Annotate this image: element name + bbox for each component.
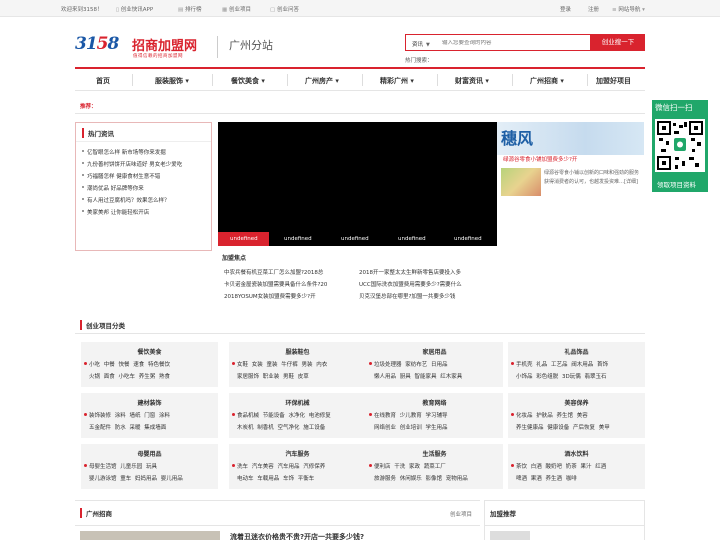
ad-thumbnail[interactable]	[501, 168, 541, 196]
main-nav: 首页 服装服饰 ▾ 餐饮美食 ▾ 广州房产 ▾ 精彩广州 ▾ 财富资讯 ▾ 广州…	[75, 67, 645, 91]
list-item[interactable]: 美家美邦 让你能轻松开店	[81, 208, 149, 216]
ad-banner-text: 穗风	[501, 129, 534, 148]
question-icon: ▢	[270, 7, 277, 13]
top-bar: 欢迎来到3158！ ▯ 创业快讯APP ▤ 排行榜 ▦ 创业项目 ▢ 创业问答 …	[0, 0, 720, 17]
category-icon	[369, 413, 372, 416]
category-card: 生活服务 便利店 干洗 家政 蔬菜工厂 旅游服务 休闲娱乐 影像馆 宠物用品	[366, 444, 503, 489]
list-item[interactable]: 贝克汉堡总部在哪里?加盟一共要多少钱	[359, 292, 455, 300]
list-item[interactable]: 2018开一家整太太生鲜新零售店要投入多	[359, 268, 461, 276]
category-icon	[84, 413, 87, 416]
categories-header: 创业项目分类	[75, 318, 645, 334]
category-icon	[232, 362, 235, 365]
logo-number: 3158	[75, 34, 119, 54]
login-link[interactable]: 登录	[560, 5, 571, 13]
category-icon	[232, 464, 235, 467]
category-card: 酒水饮料 茶饮 白酒 酸奶吧 奶茶 果汁 红酒 啤酒 果酒 养生酒 咖啡	[508, 444, 645, 489]
search-button[interactable]: 创业搜一下	[591, 34, 645, 51]
category-icon	[232, 413, 235, 416]
logo-title: 招商加盟网	[132, 39, 198, 54]
ad-title[interactable]: 绿源谷零食小铺加盟费多少?开	[503, 155, 577, 163]
category-card: 建材装饰 装饰装修 涂料 墙纸 门窗 涂料 五金配件 防水 采暖 集成墙面	[81, 393, 218, 438]
list-item[interactable]: 潮尚优品 好品牌等你来	[82, 184, 144, 192]
nav-guangzhou[interactable]: 精彩广州 ▾	[380, 76, 414, 86]
category-card: 美容保养 化妆品 护肤品 养生馆 美容 养生健康品 健康设备 产后恢复 美甲	[508, 393, 645, 438]
search-type-select[interactable]: 资讯 ▼	[412, 40, 430, 48]
qr-code-icon	[655, 119, 705, 172]
chart-icon: ▤	[178, 7, 185, 13]
slider-caption[interactable]: undefined	[341, 236, 369, 242]
list-item[interactable]: 有人用过豆腐机吗？效果怎么样？	[82, 196, 170, 204]
section-title: 广州招商	[80, 508, 112, 518]
ad-description: 绿源谷零食小铺以创新的口味和强劲的服务获得消费者的认可，也越发投资难…[详细]	[544, 170, 640, 185]
recommend-thumbnail[interactable]	[490, 531, 530, 540]
list-item[interactable]: 亿智眼怎么样 新市场等你来发掘	[82, 148, 166, 156]
qa-link[interactable]: ▢ 创业问答	[270, 5, 299, 13]
category-card: 餐饮美食 小吃 中餐 快餐 速食 特色餐饮 火锅 面食 小吃车 养生粥 熟食	[81, 342, 218, 387]
slider-caption[interactable]: undefined	[398, 236, 426, 242]
category-icon	[511, 362, 514, 365]
category-card: 教育网络 在线教育 少儿教育 学习辅导 网络创业 创业培训 学生用品	[366, 393, 503, 438]
guangzhou-invest-section: 广州招商 创业项目 流着丑迷衣价格贵不贵?开店一共要多少钱?	[75, 500, 480, 540]
nav-realestate[interactable]: 广州房产 ▾	[305, 76, 339, 86]
site-logo[interactable]: 3158 招商加盟网 值得信赖的招商加盟网	[75, 34, 215, 64]
slider-caption[interactable]: undefined	[284, 236, 312, 242]
logo-slogan: 值得信赖的招商加盟网	[133, 54, 183, 59]
nav-food[interactable]: 餐饮美食 ▾	[231, 76, 265, 86]
category-icon	[511, 413, 514, 416]
recommend-label: 推荐：	[80, 104, 97, 110]
projects-link[interactable]: ▦ 创业项目	[222, 5, 251, 13]
list-item[interactable]: 中农兵餐有机豆菜工厂怎么加盟?2018总	[224, 268, 323, 276]
welcome-text: 欢迎来到3158！	[61, 7, 103, 13]
nav-clothing[interactable]: 服装服饰 ▾	[155, 76, 189, 86]
headline-link[interactable]: 流着丑迷衣价格贵不贵?开店一共要多少钱?	[230, 532, 364, 540]
news-thumbnail[interactable]	[80, 531, 220, 540]
list-item[interactable]: 卡贝诺金屋瓷装加盟需要具备什么条件?20	[224, 280, 327, 288]
grid-icon: ▦	[222, 7, 229, 13]
slider-caption[interactable]: undefined	[230, 236, 258, 242]
branch-name: 广州分站	[229, 39, 273, 52]
category-card: 礼品饰品 手机壳 礼品 工艺品 阀木用品 首饰 小饰品 彩色组脱 3D玩偶 翡翠玉石	[508, 342, 645, 387]
slider-caption[interactable]: undefined	[454, 236, 482, 242]
nav-invest[interactable]: 广州招商 ▾	[530, 76, 564, 86]
site-nav-menu[interactable]: ≡ 网站导航 ▾	[612, 5, 645, 13]
category-icon	[369, 362, 372, 365]
wechat-panel[interactable]: 微信扫一扫 领取项目资料	[652, 100, 708, 192]
app-link[interactable]: ▯ 创业快讯APP	[116, 5, 153, 13]
hot-news-title: 热门资讯	[82, 128, 114, 138]
nav-home[interactable]: 首页	[96, 76, 110, 86]
list-item[interactable]: UCC国际洗衣加盟费用需要多少?需要什么	[359, 280, 462, 288]
category-card: 母婴用品 母婴生活馆 儿童乐园 玩具 婴儿游泳馆 童车 妈妈用品 婴儿用品	[81, 444, 218, 489]
category-card: 家居用品 垃圾处理器 家纺布艺 日用品 懒人用品 厨具 智能家具 红木家具	[366, 342, 503, 387]
category-icon	[511, 464, 514, 467]
section-title: 加盟推荐	[490, 510, 516, 518]
nav-wealth[interactable]: 财富资讯 ▾	[455, 76, 489, 86]
wechat-get-text: 领取项目资料	[657, 181, 696, 189]
categories-title: 创业项目分类	[80, 320, 125, 330]
category-card: 汽车服务 洗车 汽车美容 汽车用品 汽修保养 电动车 车载用品 车饰 平衡车	[229, 444, 366, 489]
more-link[interactable]: 创业项目	[450, 510, 472, 518]
category-card: 服装鞋包 女鞋 女装 童装 牛仔裤 男装 内衣 家居服饰 职业装 男鞋 皮草	[229, 342, 366, 387]
hot-search-label: 热门搜索：	[405, 58, 433, 64]
wechat-scan-text: 微信扫一扫	[655, 103, 693, 112]
category-icon	[369, 464, 372, 467]
nav-projects[interactable]: 加盟好项目	[596, 76, 631, 86]
focus-title: 加盟焦点	[222, 255, 247, 262]
category-icon	[84, 464, 87, 467]
hot-news-panel: 热门资讯 亿智眼怎么样 新市场等你来发掘 九份善村饼饼开店味道好 男女老少爱吃 …	[75, 122, 212, 251]
category-icon	[84, 362, 87, 365]
list-item[interactable]: 九份善村饼饼开店味道好 男女老少爱吃	[81, 160, 182, 168]
join-recommend-section: 加盟推荐	[484, 500, 645, 540]
image-slider[interactable]: undefined undefined undefined undefined …	[218, 122, 497, 246]
list-item[interactable]: 2018YOSUM女装加盟费需要多少?开	[224, 292, 316, 300]
search-box: 资讯 ▼	[405, 34, 591, 51]
list-item[interactable]: 巧福膳怎样 健康食材生意不错	[81, 172, 160, 180]
category-card: 环保机械 食品机械 节能设备 水净化 电池修复 木炭机 制香机 空气净化 施工设备	[229, 393, 366, 438]
rank-link[interactable]: ▤ 排行榜	[178, 5, 201, 13]
chevron-down-icon: ▼	[426, 42, 430, 48]
register-link[interactable]: 注册	[588, 5, 599, 13]
recommend-bar: 推荐：	[75, 98, 645, 114]
logo-divider	[217, 36, 218, 58]
ad-banner[interactable]: 穗风	[497, 122, 644, 155]
search-input[interactable]	[442, 40, 582, 46]
